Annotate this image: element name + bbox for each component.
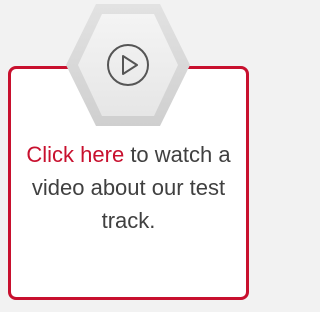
play-button[interactable] [104, 41, 152, 89]
click-here-link[interactable]: Click here [26, 142, 124, 167]
video-message: Click here to watch a video about our te… [14, 138, 243, 237]
hexagon-badge [64, 0, 192, 130]
play-circle-icon [107, 44, 149, 86]
